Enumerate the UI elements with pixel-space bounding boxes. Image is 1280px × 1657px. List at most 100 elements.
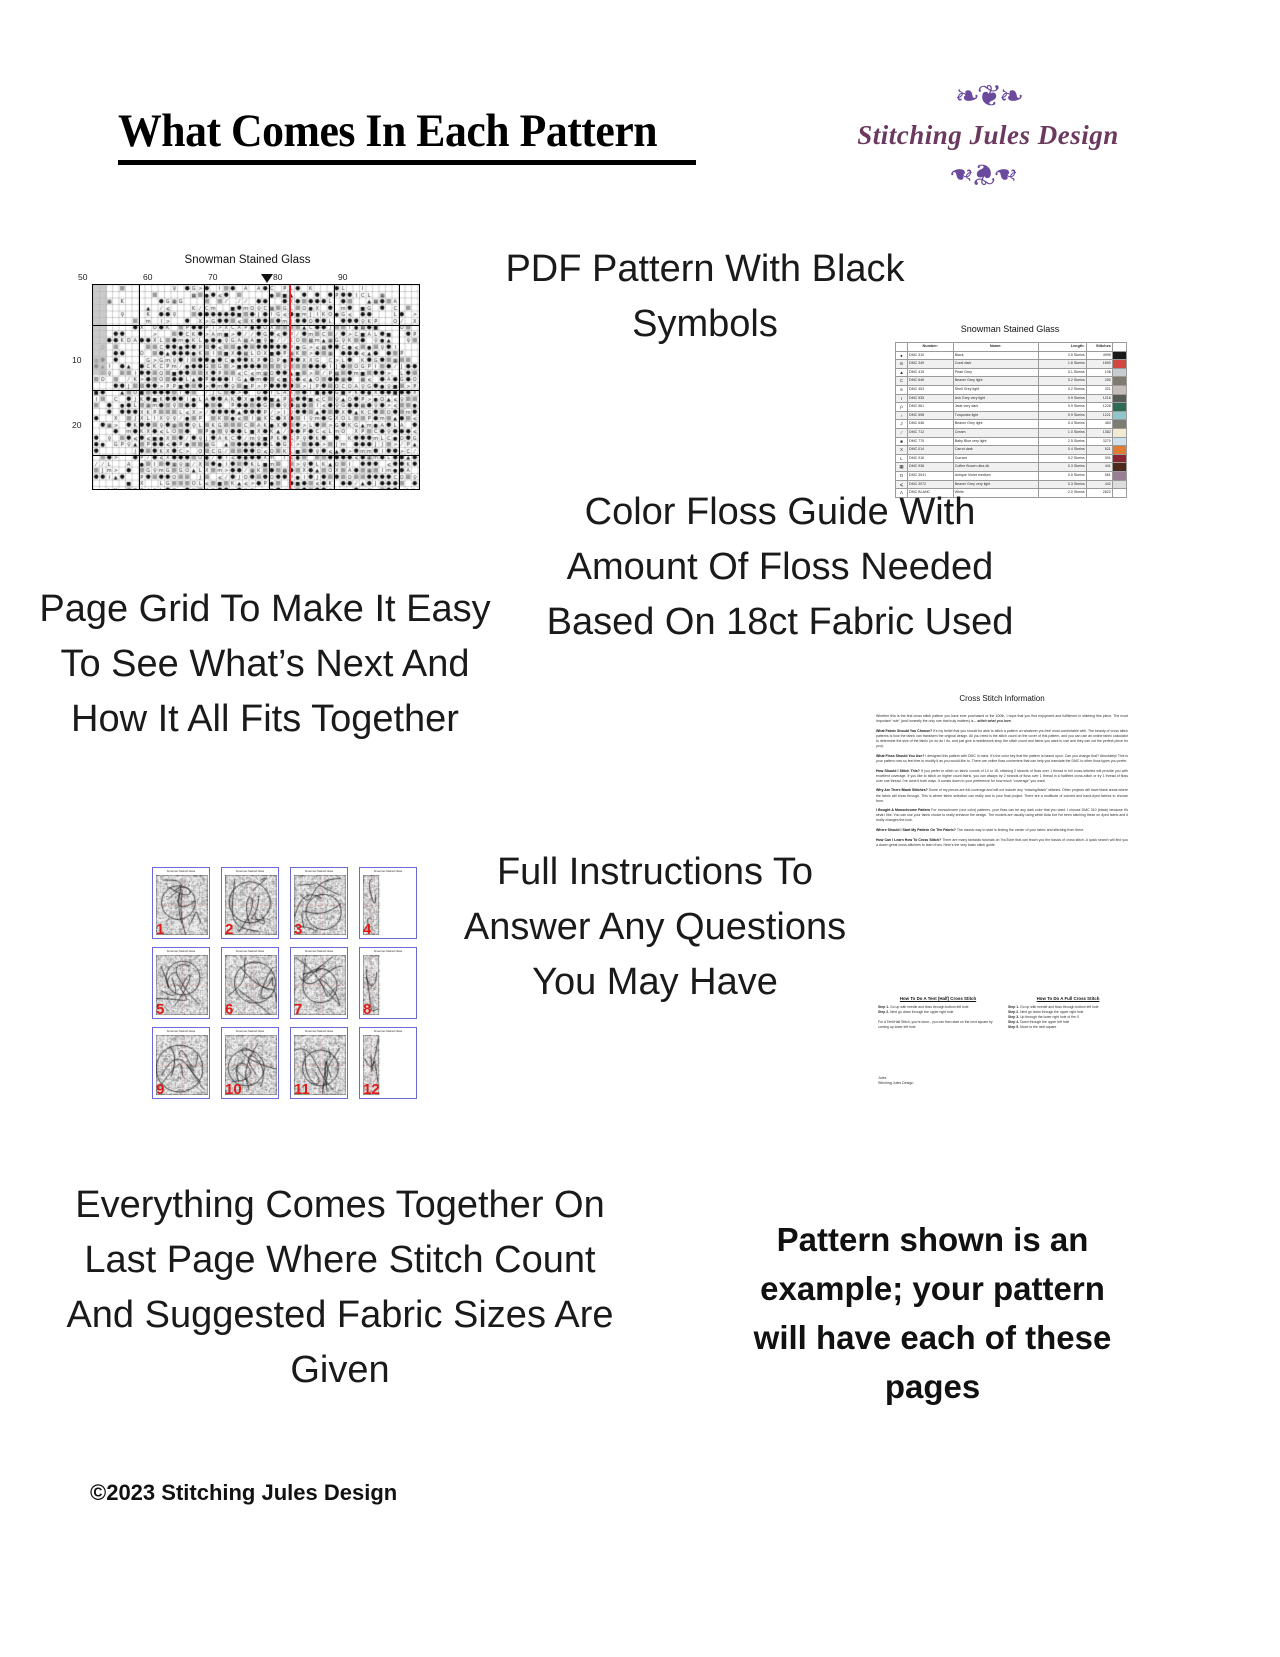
page-thumbnail-title: Snowman Stained Glass (166, 950, 196, 953)
floss-cell-stitches: 301 (1085, 453, 1113, 464)
floss-cell-length: 2.0 Skeins (1037, 488, 1087, 498)
floss-cell-name: Shell Grey light (952, 384, 1039, 395)
signature-line: Stitching Jules Design (878, 1081, 914, 1086)
floss-cell-swatch (1111, 410, 1128, 421)
chart-column-label: 80 (273, 272, 283, 282)
floss-cell-symbol: O (895, 470, 908, 481)
page-thumbnail: Snowman Stained Glass 2 (221, 867, 279, 939)
floss-cell-stitches: 1690 (1085, 359, 1113, 369)
floss-cell-name: Carrot dark (952, 445, 1039, 455)
color-swatch (1113, 377, 1126, 385)
stitch-guide-heading: How To Do A Full Cross Stitch (1036, 996, 1100, 1001)
floss-cell-number: DMC 453 (906, 384, 954, 395)
floss-cell-stitches: 441 (1085, 462, 1113, 472)
stitch-guide-step: Step 2. Next go down through the upper r… (878, 1010, 954, 1014)
color-swatch (1113, 480, 1126, 488)
page-grid-thumbnails: Snowman Stained Glass 1 Snowman Stained Gl… (152, 867, 417, 1099)
floss-cell-swatch (1111, 479, 1128, 490)
floss-guide-thumbnail: Snowman Stained Glass Number: Name: Leng… (890, 318, 1130, 498)
floss-col-stitches: Stitches (1085, 342, 1113, 352)
floss-cell-name: Baby Blue very light (952, 436, 1039, 447)
floss-col-symbol (895, 342, 908, 352)
floss-cell-length: 0.2 Skeins (1037, 376, 1087, 386)
flourish-ornament-bottom: ❧❦❧ (951, 156, 1019, 191)
instructions-paragraph: How Can I Learn How To Cross Stitch? The… (876, 837, 1128, 847)
page-thumbnail-number: 7 (294, 1001, 303, 1018)
floss-cell-name: Coffee Brown ultra dk (952, 462, 1039, 472)
floss-cell-symbol: ♀ (895, 410, 908, 421)
page-thumbnail: Snowman Stained Glass 1 (152, 867, 210, 939)
instructions-paragraph: Where Should I Start My Pattern On The F… (876, 828, 1085, 833)
chart-row-label: 20 (72, 420, 82, 430)
floss-cell-name: Ash Grey very light (952, 393, 1039, 404)
page-thumbnail-number: 4 (363, 921, 372, 938)
floss-table-row: O DMC 3041 Antique Violet medium 0.5 Skeins… (895, 470, 1128, 481)
instructions-paragraph: What Floss Should You Use? I designed th… (876, 753, 1128, 763)
flourish-ornament-top: ❧❦❧ (954, 79, 1024, 114)
floss-cell-length: 0.2 Skeins (1037, 384, 1087, 395)
floss-cell-number: DMC 310 (906, 350, 954, 361)
caption-floss-guide: Color Floss Guide With Amount Of Floss N… (546, 491, 1014, 643)
color-swatch (1113, 412, 1126, 419)
floss-cell-number: DMC 775 (906, 436, 954, 447)
floss-cell-stitches: 250 (1085, 376, 1113, 386)
floss-cell-stitches: 108 (1085, 367, 1113, 378)
color-swatch (1113, 386, 1126, 394)
color-swatch (1113, 489, 1126, 497)
stitch-guide-columns: How To Do A Tent (Half) Cross Stitch Step… (878, 996, 1128, 1030)
floss-table-body: ● DMC 310 Black 3.5 Skeins 4999 m DMC 349 Coral… (895, 350, 1128, 498)
page-thumbnail-number: 9 (156, 1081, 165, 1098)
floss-cell-symbol: ▦ (895, 462, 908, 472)
floss-cell-swatch (1111, 462, 1128, 472)
chart-center-marker-line (289, 285, 291, 489)
floss-cell-length: 0.2 Skeins (1037, 453, 1087, 464)
chart-gridline-major (93, 455, 419, 456)
floss-col-length: Length: (1037, 342, 1087, 352)
floss-table-row: L DMC 016 Currant 0.2 Skeins 301 (895, 453, 1128, 464)
chart-row-label: 10 (72, 355, 82, 365)
copyright-notice: ©2023 Stitching Jules Design (90, 1480, 398, 1505)
floss-cell-swatch (1111, 488, 1128, 498)
floss-cell-stitches: 3270 (1085, 436, 1113, 447)
floss-cell-name: Beaver Grey light (952, 376, 1039, 386)
floss-table-row: I DMC 535 Ash Grey very light 0.9 Skeins 121… (895, 393, 1128, 404)
floss-cell-name: Currant (952, 453, 1039, 464)
floss-cell-name: Jade very dark (952, 402, 1039, 412)
floss-table-header-row: Number: Name: Length: Stitches (895, 342, 1128, 352)
floss-cell-number: DMC 598 (906, 410, 954, 421)
floss-cell-number: DMC 561 (906, 402, 954, 412)
chart-gridline-major (204, 285, 205, 489)
floss-cell-symbol: L (895, 453, 908, 464)
floss-cell-name: Pearl Grey (952, 367, 1039, 378)
floss-cell-swatch (1111, 427, 1128, 438)
instructions-body: Whether this is the first cross stitch p… (876, 714, 1128, 853)
page-thumbnail-title: Snowman Stained Glass (235, 1030, 265, 1033)
instructions-paragraph: What Fabric Should You Choose? It's my b… (876, 728, 1128, 749)
caption-last-page: Everything Comes Together On Last Page W… (66, 1184, 614, 1391)
floss-table-row: m DMC 349 Coral dark 1.6 Skeins 1690 (895, 359, 1128, 369)
floss-cell-name: Cream (952, 427, 1039, 438)
page-thumbnail: Snowman Stained Glass 12 (359, 1027, 417, 1099)
chart-gridline-major (93, 325, 419, 326)
color-swatch (1113, 420, 1126, 428)
instructions-paragraph: How Should I Stitch This? If you prefer … (876, 768, 1128, 783)
floss-cell-number: DMC 016 (906, 453, 954, 464)
floss-table-head: Number: Name: Length: Stitches (895, 342, 1128, 352)
page-thumbnail-number: 2 (225, 921, 234, 938)
floss-cell-swatch (1111, 350, 1128, 361)
floss-cell-swatch (1111, 402, 1128, 412)
page-thumbnail-number: 1 (156, 921, 165, 938)
caption-pdf-pattern: PDF Pattern With Black Symbols (505, 248, 905, 345)
floss-cell-length: 0.9 Skeins (1037, 393, 1087, 404)
brand-logo: ❧❦❧ Stitching Jules Design ❧❦❧ (848, 78, 1128, 193)
floss-cell-stitches: 1216 (1085, 393, 1113, 404)
floss-cell-name: Beaver Grey light (952, 419, 1039, 429)
chart-column-label: 70 (208, 272, 218, 282)
floss-cell-number: DMC 415 (906, 367, 954, 378)
floss-cell-symbol: 6 (895, 384, 908, 395)
brand-name: Stitching Jules Design (857, 120, 1119, 150)
floss-cell-number: DMC 349 (906, 359, 954, 369)
floss-cell-symbol: X (895, 445, 908, 455)
page-title: What Comes In Each Pattern (118, 105, 658, 157)
floss-cell-swatch (1111, 470, 1128, 481)
